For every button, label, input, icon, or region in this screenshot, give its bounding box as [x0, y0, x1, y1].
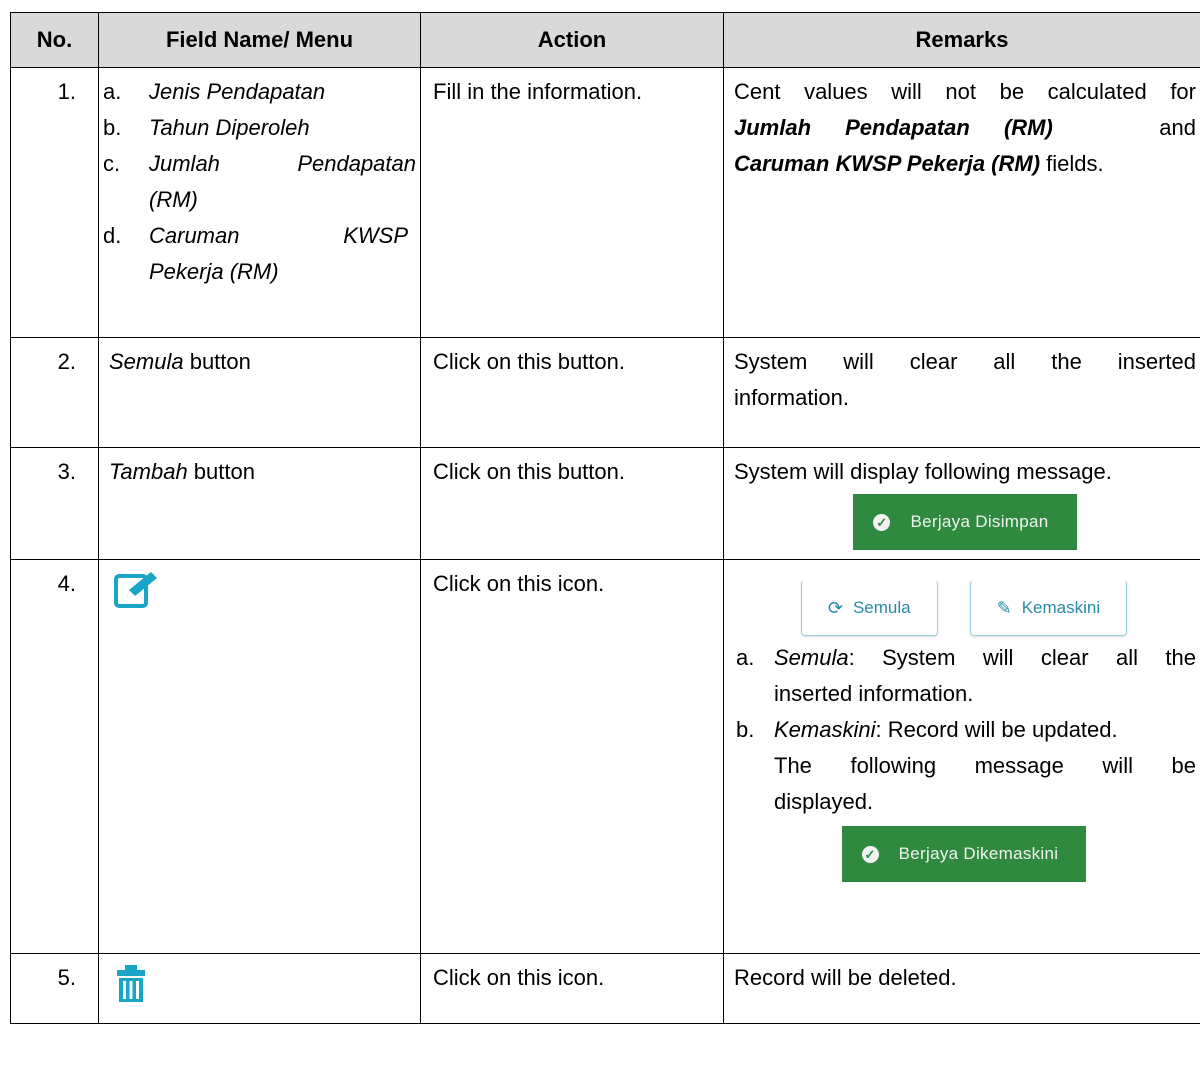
edit-icon: ✎	[996, 598, 1012, 618]
success-message-badge: ✓ Berjaya Disimpan	[853, 494, 1077, 550]
field-item: d. Caruman KWSP Pekerja (RM)	[103, 218, 416, 290]
badge-text: Berjaya Disimpan	[910, 512, 1049, 531]
field-reference-table: No. Field Name/ Menu Action Remarks 1. a…	[10, 12, 1200, 1024]
remark-line: Jumlah Pendapatan (RM) and	[734, 110, 1196, 146]
field-name: Caruman KWSP	[149, 223, 408, 248]
row-number: 2.	[10, 337, 99, 448]
remark-text: System will display following message. ✓…	[723, 447, 1200, 560]
field-name: Jumlah Pendapatan	[149, 151, 416, 176]
remark-bold: Caruman KWSP Pekerja (RM)	[734, 151, 1041, 176]
action-text: Click on this icon.	[420, 953, 724, 1024]
item-text-cont: The following message will be	[774, 753, 1196, 778]
table-row: 5. Click on this icon. Record will be de…	[10, 953, 1200, 1024]
table-row: 4. Click on this icon. ⟳ Semula ✎ Kemask…	[10, 559, 1200, 954]
header-remarks: Remarks	[723, 12, 1200, 68]
reset-button[interactable]: ⟳ Semula	[800, 580, 938, 636]
table-row: 1. a. Jenis Pendapatan b. Tahun Diperole…	[10, 67, 1200, 338]
field-list: a. Jenis Pendapatan b. Tahun Diperoleh c…	[98, 67, 421, 338]
field-name-suffix: button	[183, 349, 251, 374]
field-name: Tahun Diperoleh	[149, 115, 310, 140]
check-circle-icon: ✓	[861, 845, 879, 863]
field-name-cont: (RM)	[149, 187, 198, 212]
field-name: Jenis Pendapatan	[149, 79, 326, 104]
action-text: Click on this button.	[420, 337, 724, 448]
item-letter: d.	[103, 223, 122, 248]
update-button[interactable]: ✎ Kemaskini	[969, 580, 1128, 636]
field-name-cont: Pekerja (RM)	[149, 259, 279, 284]
field-name-italic: Semula	[109, 349, 184, 374]
list-item: a. Semula: System will clear all the ins…	[732, 640, 1196, 712]
field-item: a. Jenis Pendapatan	[103, 74, 416, 110]
field-item: c. Jumlah Pendapatan (RM)	[103, 146, 416, 218]
row-number: 4.	[10, 559, 99, 954]
item-text-cont: displayed.	[774, 789, 874, 814]
action-text: Click on this icon.	[420, 559, 724, 954]
remark-text: System will clear all the inserted infor…	[723, 337, 1200, 448]
remark-line: System will display following message.	[734, 459, 1112, 484]
row-number: 1.	[10, 67, 99, 338]
header-field: Field Name/ Menu	[98, 12, 421, 68]
item-letter: a.	[103, 79, 122, 104]
item-text: : System will clear all the	[848, 645, 1196, 670]
field-icon-cell	[98, 559, 421, 954]
item-term: Kemaskini	[774, 717, 876, 742]
field-name: Semula button	[98, 337, 421, 448]
remark-line: Caruman KWSP Pekerja (RM) fields.	[734, 146, 1196, 182]
header-row: No. Field Name/ Menu Action Remarks	[10, 12, 1200, 68]
success-message-badge: ✓ Berjaya Dikemaskini	[841, 826, 1087, 882]
row-number: 5.	[10, 953, 99, 1024]
button-preview: ⟳ Semula ✎ Kemaskini	[732, 580, 1196, 636]
item-text: : Record will be updated.	[875, 717, 1118, 742]
field-name-italic: Tambah	[109, 459, 188, 484]
remark-and: and	[1159, 115, 1196, 140]
remark-line: System will clear all the inserted	[734, 349, 1196, 374]
header-no: No.	[10, 12, 99, 68]
remark-bold: Jumlah Pendapatan (RM)	[734, 115, 1053, 140]
remark-line: Cent values will not be calculated for	[734, 79, 1196, 104]
list-item: b. Kemaskini: Record will be updated. Th…	[732, 712, 1196, 820]
table-row: 3. Tambah button Click on this button. S…	[10, 447, 1200, 560]
action-text: Click on this button.	[420, 447, 724, 560]
field-name: Tambah button	[98, 447, 421, 560]
action-text: Fill in the information.	[420, 67, 724, 338]
trash-icon[interactable]	[113, 964, 149, 1015]
remark-tail: fields.	[1046, 151, 1104, 176]
item-text-cont: inserted information.	[774, 681, 974, 706]
header-action: Action	[420, 12, 724, 68]
item-letter: a.	[736, 645, 755, 670]
remark-text: Cent values will not be calculated for J…	[723, 67, 1200, 338]
field-item: b. Tahun Diperoleh	[103, 110, 416, 146]
row-number: 3.	[10, 447, 99, 560]
edit-icon[interactable]	[113, 570, 163, 621]
remark-text: ⟳ Semula ✎ Kemaskini a. Semula: System w…	[723, 559, 1200, 954]
table-row: 2. Semula button Click on this button. S…	[10, 337, 1200, 448]
item-term: Semula	[774, 645, 849, 670]
item-letter: b.	[736, 717, 755, 742]
badge-text: Berjaya Dikemaskini	[898, 844, 1059, 863]
remark-line: information.	[734, 385, 849, 410]
field-name-suffix: button	[187, 459, 255, 484]
item-letter: b.	[103, 115, 122, 140]
item-letter: c.	[103, 151, 121, 176]
field-icon-cell	[98, 953, 421, 1024]
remark-text: Record will be deleted.	[723, 953, 1200, 1024]
refresh-icon: ⟳	[827, 598, 843, 618]
check-circle-icon: ✓	[873, 513, 891, 531]
